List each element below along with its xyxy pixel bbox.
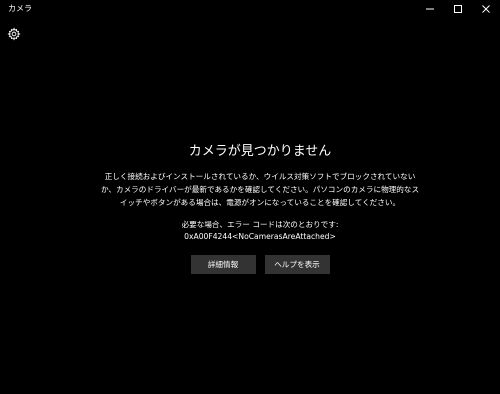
gear-icon: [7, 27, 21, 41]
title-bar: カメラ: [0, 0, 500, 18]
settings-button[interactable]: [6, 26, 22, 42]
action-buttons: 詳細情報 ヘルプを表示: [100, 255, 420, 274]
help-button[interactable]: ヘルプを表示: [264, 255, 330, 274]
error-title: カメラが見つかりません: [188, 144, 332, 159]
error-code-label: 必要な場合、エラー コードは次のとおりです:: [181, 220, 339, 229]
app-title: カメラ: [8, 4, 32, 13]
details-button[interactable]: 詳細情報: [190, 255, 256, 274]
maximize-button[interactable]: [444, 0, 472, 18]
window-controls: [416, 0, 500, 18]
error-panel: カメラが見つかりません 正しく接続およびインストールされているか、ウイルス対策ソ…: [100, 144, 420, 274]
minimize-icon: [426, 8, 434, 10]
close-icon: [482, 5, 490, 13]
error-code: 0xA00F4244<NoCamerasAreAttached>: [184, 232, 336, 241]
error-description: 正しく接続およびインストールされているか、ウイルス対策ソフトでブロックされていな…: [100, 172, 420, 207]
minimize-button[interactable]: [416, 0, 444, 18]
maximize-icon: [454, 5, 462, 13]
close-button[interactable]: [472, 0, 500, 18]
